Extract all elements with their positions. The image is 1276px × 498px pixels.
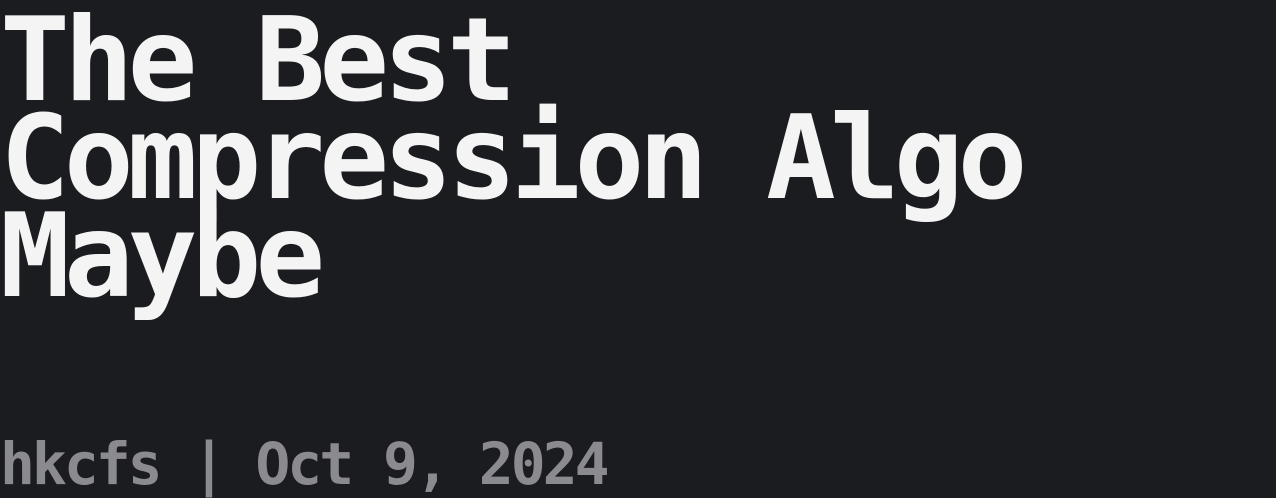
meta-separator: | <box>191 430 227 498</box>
article-header: The Best Compression Algo Maybe hkcfs | … <box>0 0 1276 498</box>
page-title: The Best Compression Algo Maybe <box>0 3 1276 315</box>
author-name: hkcfs <box>0 430 163 498</box>
post-meta: hkcfs | Oct 9, 2024 <box>0 430 609 498</box>
publish-date: Oct 9, 2024 <box>255 430 609 498</box>
